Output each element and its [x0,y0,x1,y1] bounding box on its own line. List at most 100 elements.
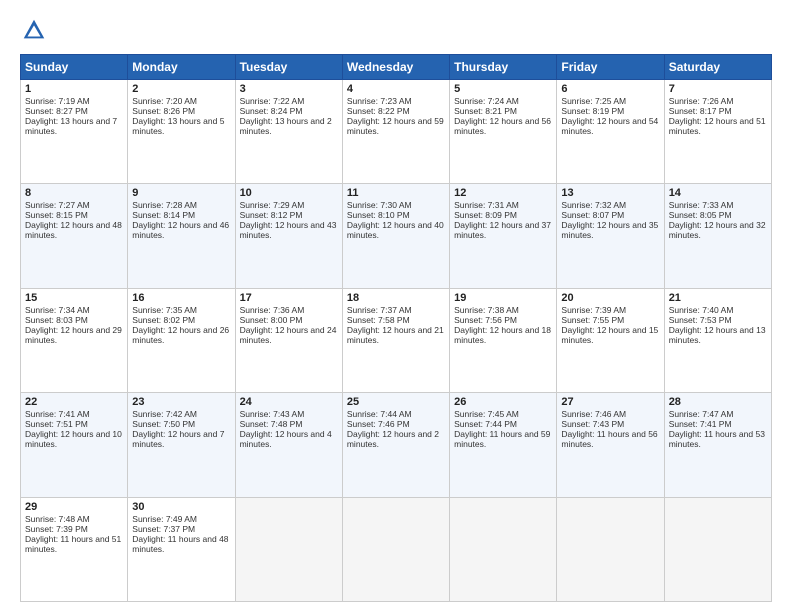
sunrise-label: Sunrise: 7:46 AM [561,409,626,419]
sunset-label: Sunset: 7:50 PM [132,419,195,429]
day-number: 24 [240,396,338,408]
calendar-cell: 17Sunrise: 7:36 AMSunset: 8:00 PMDayligh… [235,288,342,392]
sunset-label: Sunset: 7:55 PM [561,315,624,325]
sunrise-label: Sunrise: 7:20 AM [132,96,197,106]
day-number: 25 [347,396,445,408]
sunset-label: Sunset: 8:19 PM [561,106,624,116]
day-number: 29 [25,501,123,513]
sunset-label: Sunset: 7:51 PM [25,419,88,429]
day-number: 18 [347,292,445,304]
sunset-label: Sunset: 7:48 PM [240,419,303,429]
calendar-cell: 11Sunrise: 7:30 AMSunset: 8:10 PMDayligh… [342,184,449,288]
sunset-label: Sunset: 8:17 PM [669,106,732,116]
day-number: 3 [240,83,338,95]
daylight-label: Daylight: 12 hours and 46 minutes. [132,220,229,240]
day-number: 10 [240,187,338,199]
day-number: 27 [561,396,659,408]
calendar-cell: 3Sunrise: 7:22 AMSunset: 8:24 PMDaylight… [235,80,342,184]
daylight-label: Daylight: 13 hours and 7 minutes. [25,116,117,136]
sunset-label: Sunset: 8:26 PM [132,106,195,116]
day-number: 19 [454,292,552,304]
col-thursday: Thursday [450,55,557,80]
calendar-cell: 24Sunrise: 7:43 AMSunset: 7:48 PMDayligh… [235,393,342,497]
day-number: 16 [132,292,230,304]
calendar-cell: 8Sunrise: 7:27 AMSunset: 8:15 PMDaylight… [21,184,128,288]
sunset-label: Sunset: 8:02 PM [132,315,195,325]
page: Sunday Monday Tuesday Wednesday Thursday… [0,0,792,612]
calendar-week-5: 29Sunrise: 7:48 AMSunset: 7:39 PMDayligh… [21,497,772,601]
sunrise-label: Sunrise: 7:32 AM [561,200,626,210]
calendar-cell: 28Sunrise: 7:47 AMSunset: 7:41 PMDayligh… [664,393,771,497]
calendar-cell [235,497,342,601]
calendar-cell: 18Sunrise: 7:37 AMSunset: 7:58 PMDayligh… [342,288,449,392]
calendar-cell [557,497,664,601]
sunset-label: Sunset: 8:15 PM [25,210,88,220]
sunrise-label: Sunrise: 7:47 AM [669,409,734,419]
day-number: 23 [132,396,230,408]
calendar-cell [664,497,771,601]
day-number: 21 [669,292,767,304]
day-number: 5 [454,83,552,95]
sunset-label: Sunset: 8:14 PM [132,210,195,220]
sunrise-label: Sunrise: 7:41 AM [25,409,90,419]
calendar-week-1: 1Sunrise: 7:19 AMSunset: 8:27 PMDaylight… [21,80,772,184]
day-number: 26 [454,396,552,408]
logo-icon [20,16,48,44]
sunrise-label: Sunrise: 7:34 AM [25,305,90,315]
sunrise-label: Sunrise: 7:30 AM [347,200,412,210]
daylight-label: Daylight: 12 hours and 51 minutes. [669,116,766,136]
sunset-label: Sunset: 8:27 PM [25,106,88,116]
daylight-label: Daylight: 12 hours and 32 minutes. [669,220,766,240]
sunset-label: Sunset: 8:09 PM [454,210,517,220]
sunset-label: Sunset: 8:22 PM [347,106,410,116]
sunrise-label: Sunrise: 7:40 AM [669,305,734,315]
day-number: 28 [669,396,767,408]
calendar-cell: 6Sunrise: 7:25 AMSunset: 8:19 PMDaylight… [557,80,664,184]
sunset-label: Sunset: 7:58 PM [347,315,410,325]
day-number: 1 [25,83,123,95]
calendar-cell: 4Sunrise: 7:23 AMSunset: 8:22 PMDaylight… [342,80,449,184]
calendar-cell: 12Sunrise: 7:31 AMSunset: 8:09 PMDayligh… [450,184,557,288]
daylight-label: Daylight: 12 hours and 26 minutes. [132,325,229,345]
sunset-label: Sunset: 8:12 PM [240,210,303,220]
day-number: 7 [669,83,767,95]
calendar-cell: 19Sunrise: 7:38 AMSunset: 7:56 PMDayligh… [450,288,557,392]
calendar-cell: 5Sunrise: 7:24 AMSunset: 8:21 PMDaylight… [450,80,557,184]
sunrise-label: Sunrise: 7:33 AM [669,200,734,210]
logo [20,16,52,44]
calendar-cell: 15Sunrise: 7:34 AMSunset: 8:03 PMDayligh… [21,288,128,392]
daylight-label: Daylight: 12 hours and 24 minutes. [240,325,337,345]
calendar-cell: 27Sunrise: 7:46 AMSunset: 7:43 PMDayligh… [557,393,664,497]
sunset-label: Sunset: 7:56 PM [454,315,517,325]
sunrise-label: Sunrise: 7:42 AM [132,409,197,419]
calendar-cell: 23Sunrise: 7:42 AMSunset: 7:50 PMDayligh… [128,393,235,497]
sunset-label: Sunset: 8:10 PM [347,210,410,220]
calendar-week-4: 22Sunrise: 7:41 AMSunset: 7:51 PMDayligh… [21,393,772,497]
col-saturday: Saturday [664,55,771,80]
calendar-cell: 7Sunrise: 7:26 AMSunset: 8:17 PMDaylight… [664,80,771,184]
day-number: 2 [132,83,230,95]
calendar-cell [342,497,449,601]
sunrise-label: Sunrise: 7:24 AM [454,96,519,106]
day-number: 13 [561,187,659,199]
sunrise-label: Sunrise: 7:37 AM [347,305,412,315]
sunset-label: Sunset: 8:21 PM [454,106,517,116]
daylight-label: Daylight: 11 hours and 48 minutes. [132,534,228,554]
day-number: 6 [561,83,659,95]
daylight-label: Daylight: 12 hours and 29 minutes. [25,325,122,345]
sunset-label: Sunset: 7:39 PM [25,524,88,534]
calendar-cell: 25Sunrise: 7:44 AMSunset: 7:46 PMDayligh… [342,393,449,497]
calendar-week-2: 8Sunrise: 7:27 AMSunset: 8:15 PMDaylight… [21,184,772,288]
daylight-label: Daylight: 12 hours and 59 minutes. [347,116,444,136]
daylight-label: Daylight: 12 hours and 13 minutes. [669,325,766,345]
sunset-label: Sunset: 8:05 PM [669,210,732,220]
daylight-label: Daylight: 11 hours and 51 minutes. [25,534,121,554]
calendar-cell: 13Sunrise: 7:32 AMSunset: 8:07 PMDayligh… [557,184,664,288]
calendar: Sunday Monday Tuesday Wednesday Thursday… [20,54,772,602]
day-number: 30 [132,501,230,513]
day-number: 8 [25,187,123,199]
daylight-label: Daylight: 13 hours and 5 minutes. [132,116,224,136]
day-number: 12 [454,187,552,199]
sunrise-label: Sunrise: 7:29 AM [240,200,305,210]
daylight-label: Daylight: 12 hours and 48 minutes. [25,220,122,240]
